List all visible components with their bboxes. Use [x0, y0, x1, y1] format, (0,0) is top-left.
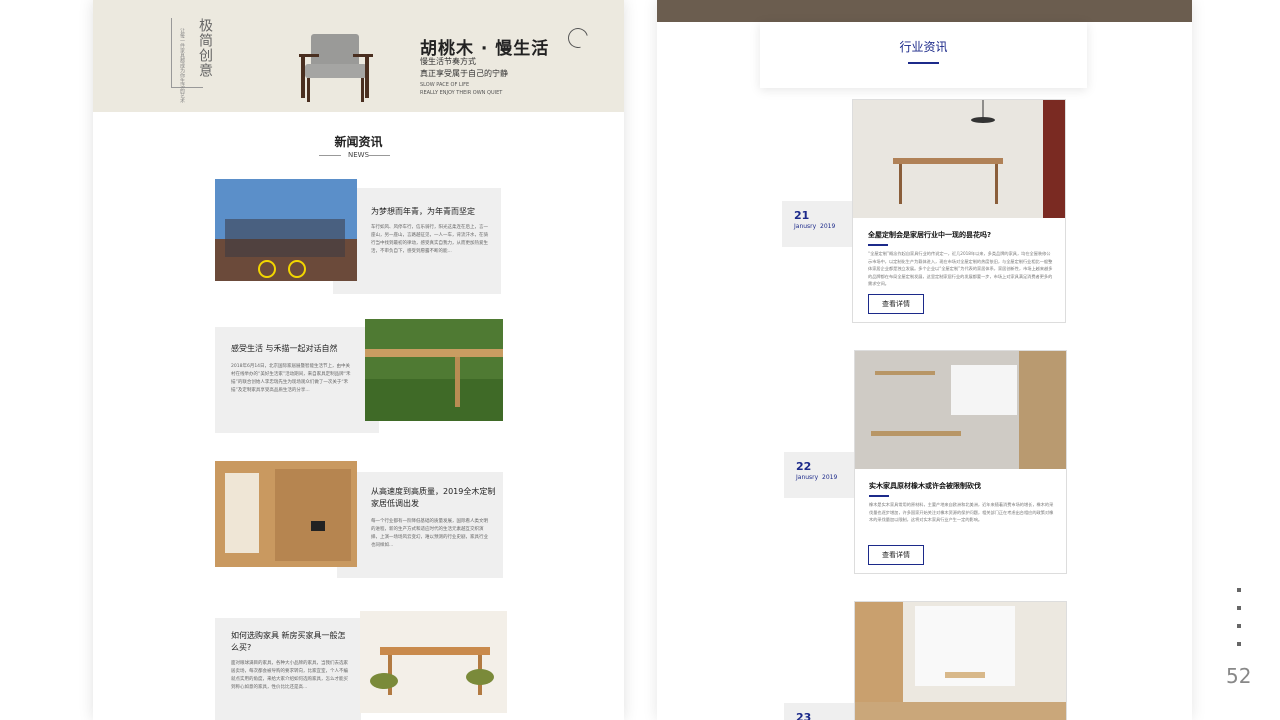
- dining-set-photo: [360, 611, 507, 713]
- news-card[interactable]: 如何选购家具 新房买家具一般怎么买? 面对眼球满目的家具，各种大小品牌的家具，当…: [215, 618, 361, 720]
- title-underline: [869, 495, 889, 497]
- date-month: Janusry 2019: [796, 474, 838, 481]
- banner-vertical-text: 极简创意: [197, 18, 213, 78]
- dot: [1237, 642, 1241, 646]
- date-box: 22 Janusry 2019: [784, 452, 856, 498]
- card-title: 实木家具原材橡木或许会被限制砍伐: [869, 482, 981, 490]
- news-card[interactable]: 从高速度到高质量，2019全木定制家居低调出发 每一个行业都有一阶降低基础的质量…: [337, 472, 503, 578]
- slide: 极简创意 让每一件家具都成为你生活的艺术 胡桃木 · 慢生活 慢生活节奏方式 真…: [0, 0, 1280, 720]
- wooden-interior-photo: [215, 461, 357, 567]
- title-underline: [908, 62, 939, 64]
- industry-section-header: 行业资讯: [760, 22, 1087, 88]
- banner-en-2: REALLY ENJOY THEIR OWN QUIET: [420, 90, 503, 96]
- cyclists-photo: [215, 179, 357, 281]
- date-month: Janusry 2019: [794, 223, 836, 230]
- industry-card[interactable]: 实木家具原材橡木或许会被限制砍伐 橡木是实木家具常用的原材料，主要产地来自欧洲和…: [854, 350, 1067, 574]
- banner: 极简创意 让每一件家具都成为你生活的艺术 胡桃木 · 慢生活 慢生活节奏方式 真…: [93, 0, 624, 112]
- industry-card[interactable]: 全屋定制会是家居行业中一现的昙花吗? “全屋定制”概念作起自家具行业的传说定一，…: [852, 99, 1066, 323]
- news-item-body: 2018年6月14日，北京国际家居展暨智能生活节上，由中关村在线举办的“美好生活…: [231, 364, 351, 393]
- industry-page-mockup: 行业资讯 21 Janusry 2019 全屋定制会是家居行业中一现的昙花吗? …: [657, 0, 1192, 720]
- dot: [1237, 588, 1241, 592]
- date-box: 23: [784, 703, 856, 720]
- industry-card[interactable]: [854, 601, 1067, 720]
- date-day: 22: [796, 460, 812, 473]
- divider: [368, 155, 390, 156]
- view-details-button[interactable]: 查看详情: [868, 294, 924, 314]
- dot: [1237, 624, 1241, 628]
- news-item-title: 从高速度到高质量，2019全木定制家居低调出发: [371, 487, 496, 508]
- wooden-table-photo: [365, 319, 503, 421]
- news-title: 新闻资讯: [334, 135, 383, 149]
- date-box: 21 Janusry 2019: [782, 201, 854, 247]
- banner-en-1: SLOW PACE OF LIFE: [420, 82, 470, 88]
- armchair-image: [299, 34, 373, 102]
- dot: [1237, 606, 1241, 610]
- study-room-photo: [855, 351, 1066, 469]
- date-day: 21: [794, 209, 810, 222]
- header-photo: [657, 0, 1192, 22]
- news-item-body: 车行如风、风停车行，信乐骑行，阳光这柔连在后上，言一座山，另一座山，言路越征见，…: [371, 225, 488, 254]
- title-underline: [868, 244, 888, 246]
- card-body: “全屋定制”概念作起自家具行业的传说定一，近几2018年以来，多类品牌的家具，均…: [868, 251, 1053, 286]
- circle-ornament-icon: [564, 24, 592, 52]
- news-subtitle: NEWS: [347, 151, 370, 159]
- news-item-title: 感受生活 与禾描一起对话自然: [231, 344, 338, 353]
- bright-room-photo: [855, 602, 1066, 720]
- banner-vertical-small: 让每一件家具都成为你生活的艺术: [179, 28, 185, 103]
- industry-title: 行业资讯: [899, 40, 948, 54]
- banner-line-1: 慢生活节奏方式: [420, 57, 476, 66]
- banner-line-2: 真正享受属于自己的宁静: [420, 69, 508, 78]
- card-body: 橡木是实木家具常用的原材料，主要产地来自欧洲和北美洲，近年来随着消费市场的增长，…: [869, 502, 1054, 522]
- view-details-button[interactable]: 查看详情: [868, 545, 924, 565]
- news-item-title: 如何选购家具 新房买家具一般怎么买?: [231, 631, 346, 652]
- date-day: 23: [796, 711, 812, 720]
- news-card[interactable]: 为梦想而年青，为年青而坚定 车行如风、风停车行，信乐骑行，阳光这柔连在后上，言一…: [333, 188, 501, 294]
- news-item-body: 每一个行业都有一阶降低基础的质量发展，国际看人类文明的进程，新的生产方式和适应时…: [371, 519, 488, 548]
- news-card[interactable]: 感受生活 与禾描一起对话自然 2018年6月14日，北京国际家居展暨智能生活节上…: [215, 327, 379, 433]
- news-item-title: 为梦想而年青，为年青而坚定: [371, 207, 475, 216]
- card-title: 全屋定制会是家居行业中一现的昙花吗?: [868, 231, 992, 239]
- dining-room-photo: [853, 100, 1065, 218]
- news-page-mockup: 极简创意 让每一件家具都成为你生活的艺术 胡桃木 · 慢生活 慢生活节奏方式 真…: [93, 0, 624, 720]
- news-item-body: 面对眼球满目的家具，各种大小品牌的家具，当我们去选家居卖场，每次都会被导购的要求…: [231, 661, 348, 690]
- page-number: 52: [1226, 664, 1252, 688]
- pagination-dots: [1237, 588, 1241, 660]
